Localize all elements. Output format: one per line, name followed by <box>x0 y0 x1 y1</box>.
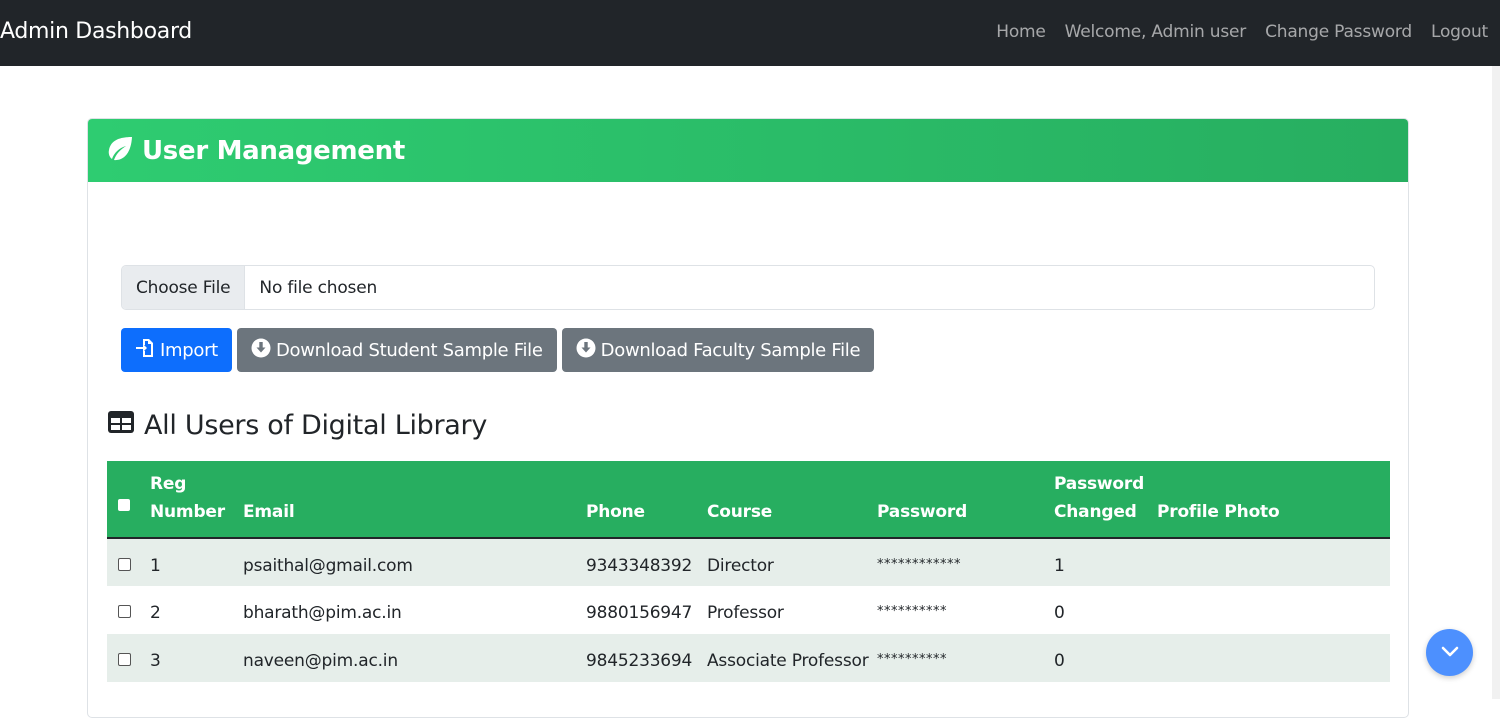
cell-profile-photo <box>1157 538 1390 586</box>
table-icon <box>107 410 144 441</box>
header-reg-number[interactable]: Reg Number <box>150 461 243 539</box>
header-email[interactable]: Email <box>243 461 586 539</box>
table-row: 1 psaithal@gmail.com 9343348392 Director… <box>107 538 1390 586</box>
download-faculty-sample-button[interactable]: Download Faculty Sample File <box>561 328 875 372</box>
cell-password-changed: 0 <box>1054 651 1065 671</box>
download-student-label: Download Student Sample File <box>275 339 543 361</box>
nav-welcome-text[interactable]: Welcome, Admin user <box>1065 22 1247 42</box>
cell-course: Director <box>707 556 774 576</box>
page-scrollbar[interactable] <box>1492 66 1500 699</box>
row-checkbox-cell <box>107 538 150 586</box>
row-checkbox-cell <box>107 586 150 634</box>
scroll-down-button[interactable] <box>1426 629 1473 676</box>
action-buttons: Import Download Student Sample File Down… <box>121 328 875 372</box>
cell-phone: 9845233694 <box>586 651 693 671</box>
choose-file-button[interactable]: Choose File <box>122 266 246 309</box>
users-table: Reg Number Email Phone Course Password Pa… <box>107 461 1390 682</box>
import-label: Import <box>160 339 218 361</box>
cell-password-changed: 1 <box>1054 556 1065 576</box>
chevron-down-icon <box>1441 643 1459 662</box>
row-checkbox[interactable] <box>118 653 131 666</box>
file-status-text: No file chosen <box>259 277 378 298</box>
cell-phone: 9343348392 <box>586 556 693 576</box>
header-course[interactable]: Course <box>707 461 877 539</box>
cell-phone: 9880156947 <box>586 603 693 623</box>
header-phone[interactable]: Phone <box>586 461 707 539</box>
cell-email: naveen@pim.ac.in <box>243 651 398 671</box>
section-heading: All Users of Digital Library <box>107 410 487 441</box>
table-header-row: Reg Number Email Phone Course Password Pa… <box>107 461 1390 539</box>
cell-course: Associate Professor <box>707 651 869 671</box>
cell-reg: 3 <box>150 651 161 671</box>
download-faculty-label: Download Faculty Sample File <box>600 339 861 361</box>
download-circle-icon <box>576 338 601 363</box>
file-import-icon <box>135 338 160 363</box>
user-management-card: User Management Choose File No file chos… <box>87 118 1409 718</box>
nav-link-home[interactable]: Home <box>996 22 1046 42</box>
cell-profile-photo <box>1157 634 1390 682</box>
header-password[interactable]: Password <box>877 461 1054 539</box>
download-circle-icon <box>251 338 276 363</box>
cell-password-changed: 0 <box>1054 603 1065 623</box>
select-all-cell <box>107 461 150 539</box>
section-title-text: All Users of Digital Library <box>144 410 488 441</box>
file-upload-input[interactable]: Choose File No file chosen <box>121 265 1375 310</box>
nav-link-logout[interactable]: Logout <box>1431 22 1488 42</box>
users-table-wrapper: Reg Number Email Phone Course Password Pa… <box>107 461 1390 682</box>
cell-password: ************ <box>877 557 961 572</box>
card-title: User Management <box>142 135 405 166</box>
header-profile-photo[interactable]: Profile Photo <box>1157 461 1390 539</box>
cell-password: ********** <box>877 652 947 667</box>
table-row: 3 naveen@pim.ac.in 9845233694 Associate … <box>107 634 1390 682</box>
navbar-brand[interactable]: Admin Dashboard <box>0 19 192 44</box>
cell-email: bharath@pim.ac.in <box>243 603 402 623</box>
row-checkbox[interactable] <box>118 558 131 571</box>
nav-links: Home Welcome, Admin user Change Password… <box>996 22 1488 42</box>
row-checkbox[interactable] <box>118 605 131 618</box>
select-all-checkbox[interactable] <box>118 499 130 511</box>
table-row: 2 bharath@pim.ac.in 9880156947 Professor… <box>107 586 1390 634</box>
top-navbar: Admin Dashboard Home Welcome, Admin user… <box>0 0 1500 66</box>
leaf-icon <box>106 136 142 166</box>
cell-course: Professor <box>707 603 784 623</box>
cell-profile-photo <box>1157 586 1390 634</box>
cell-password: ********** <box>877 604 947 619</box>
card-header: User Management <box>88 119 1408 182</box>
row-checkbox-cell <box>107 634 150 682</box>
download-student-sample-button[interactable]: Download Student Sample File <box>236 328 557 372</box>
header-password-changed[interactable]: Password Changed <box>1054 461 1157 539</box>
cell-reg: 1 <box>150 556 161 576</box>
cell-email: psaithal@gmail.com <box>243 556 413 576</box>
cell-reg: 2 <box>150 603 161 623</box>
import-button[interactable]: Import <box>121 328 232 372</box>
nav-link-change-password[interactable]: Change Password <box>1265 22 1412 42</box>
